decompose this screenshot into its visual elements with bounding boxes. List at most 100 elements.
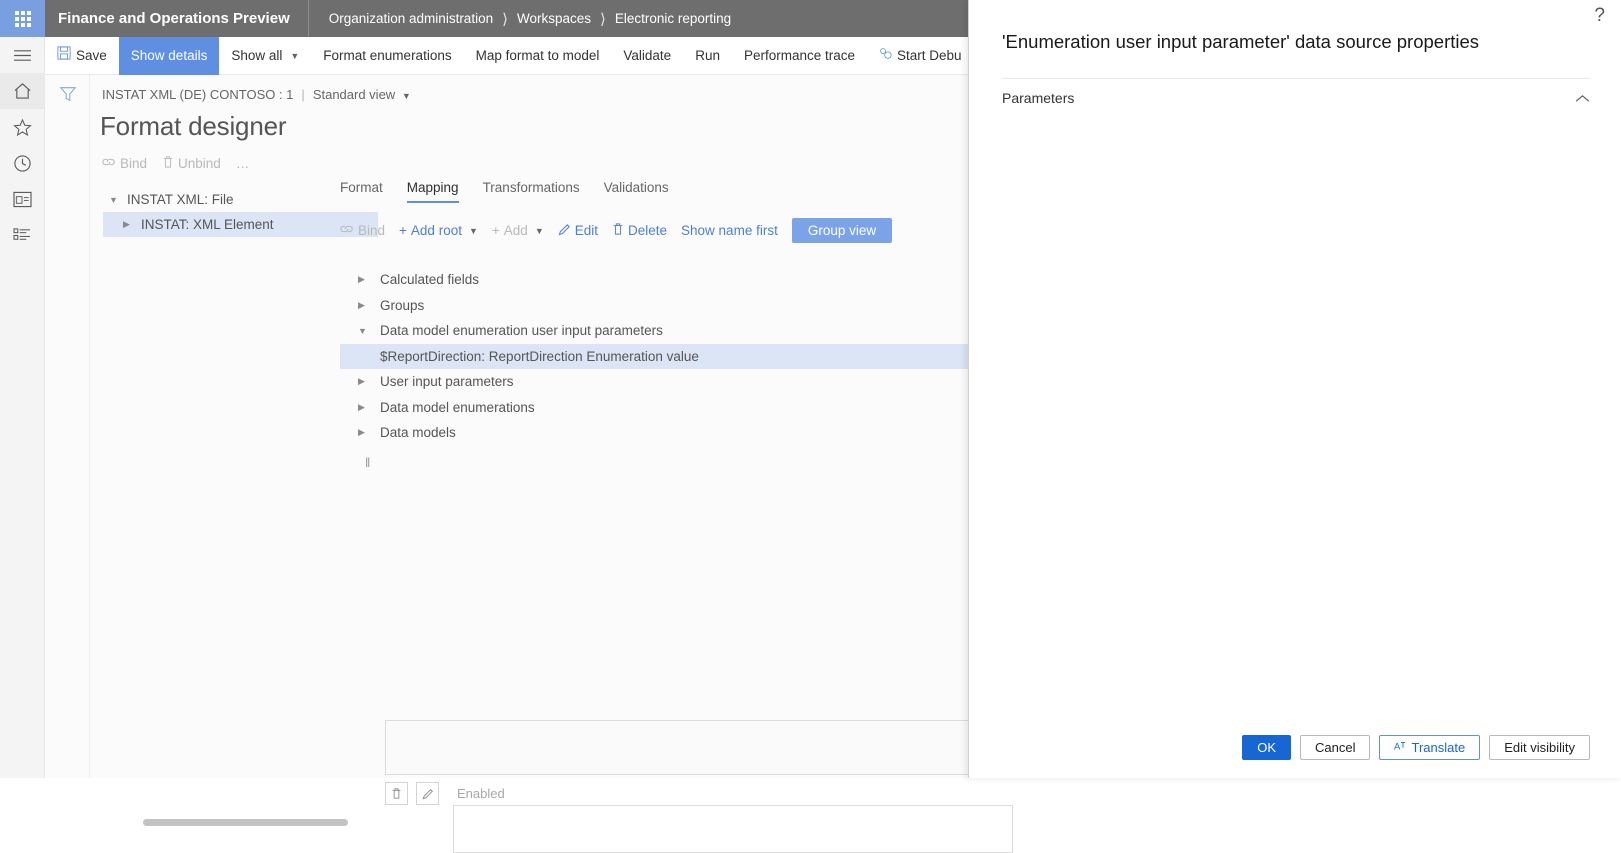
bind-button-mapping[interactable]: Bind	[340, 223, 385, 238]
expander-collapsed-icon[interactable]: ▶	[358, 402, 380, 413]
hamburger-menu-icon[interactable]	[0, 37, 45, 73]
plus-icon: +	[399, 223, 407, 238]
translate-button[interactable]: A Translate	[1379, 735, 1481, 760]
home-icon[interactable]	[0, 73, 45, 109]
horizontal-scrollbar-thumb[interactable]	[143, 819, 348, 826]
show-all-button[interactable]: Show all ▼	[219, 37, 311, 75]
datasource-row[interactable]: ▼ Data model enumeration user input para…	[340, 318, 968, 344]
modules-list-icon[interactable]	[0, 217, 45, 253]
parameters-section-header[interactable]: Parameters	[1002, 90, 1590, 106]
recent-clock-icon[interactable]	[0, 145, 45, 181]
expander-collapsed-icon[interactable]: ▶	[358, 427, 380, 438]
properties-dialog: ? 'Enumeration user input parameter' dat…	[968, 0, 1621, 778]
tab-transformations[interactable]: Transformations	[483, 180, 580, 203]
expander-collapsed-icon[interactable]: ▶	[358, 300, 380, 311]
workspaces-icon[interactable]	[0, 181, 45, 217]
datasource-tree: ▶ Calculated fields ▶ Groups ▼ Data mode…	[340, 267, 968, 446]
dialog-divider	[1002, 78, 1590, 79]
splitter-handle[interactable]: ‖	[365, 455, 371, 470]
subnav-divider: |	[301, 87, 305, 102]
trash-icon	[162, 155, 174, 172]
add-button[interactable]: + Add ▼	[492, 223, 544, 238]
tab-validations[interactable]: Validations	[604, 180, 669, 203]
datasource-row[interactable]: ▶ Data model enumerations	[340, 395, 968, 421]
datasource-row[interactable]: ▶ User input parameters	[340, 369, 968, 395]
datasource-row-label: Data model enumerations	[380, 399, 535, 415]
run-button[interactable]: Run	[683, 37, 732, 75]
format-enumerations-button[interactable]: Format enumerations	[311, 37, 463, 75]
page-title: Format designer	[100, 111, 287, 141]
bind-link-icon	[102, 156, 116, 171]
start-debug-button[interactable]: Start Debu	[867, 37, 974, 75]
edit-expression-button[interactable]	[416, 782, 439, 805]
app-title: Finance and Operations Preview	[45, 0, 309, 37]
expression-textarea[interactable]	[385, 720, 1025, 775]
designer-tabs: Format Mapping Transformations Validatio…	[340, 180, 669, 203]
expander-collapsed-icon[interactable]: ▶	[358, 376, 380, 387]
enabled-field[interactable]	[453, 805, 1013, 853]
record-identifier: INSTAT XML (DE) CONTOSO : 1	[102, 87, 294, 102]
edit-button[interactable]: Edit	[558, 223, 598, 239]
expander-collapsed-icon[interactable]: ▶	[358, 274, 380, 285]
datasource-row-label: $ReportDirection: ReportDirection Enumer…	[380, 348, 699, 364]
filter-sidebar	[45, 75, 90, 778]
map-format-to-model-button[interactable]: Map format to model	[464, 37, 612, 75]
delete-expression-button[interactable]	[385, 782, 408, 805]
save-button[interactable]: Save	[45, 37, 119, 75]
tree-row[interactable]: ▶ INSTAT: XML Element	[103, 212, 378, 237]
dialog-title: 'Enumeration user input parameter' data …	[1002, 31, 1480, 52]
datasource-row-label: Groups	[380, 297, 425, 313]
tree-row-label: INSTAT: XML Element	[141, 217, 274, 232]
add-root-button[interactable]: + Add root ▼	[399, 223, 478, 238]
datasource-row[interactable]: ▶ Data models	[340, 420, 968, 446]
datasource-row-label: User input parameters	[380, 374, 514, 390]
plus-icon: +	[491, 223, 500, 238]
delete-button[interactable]: Delete	[612, 222, 667, 239]
view-selector[interactable]: Standard view ▼	[313, 87, 411, 102]
tree-row-label: INSTAT XML: File	[127, 192, 234, 207]
chevron-down-icon: ▼	[468, 225, 478, 236]
translate-icon: A	[1394, 740, 1406, 755]
datasource-row[interactable]: ▶ Groups	[340, 293, 968, 319]
waffle-grid-icon[interactable]	[0, 0, 45, 37]
breadcrumb-chevron-icon: ⟩	[502, 10, 508, 28]
chevron-down-icon: ▼	[401, 91, 411, 101]
bind-link-icon	[340, 223, 354, 238]
dialog-footer: OK Cancel A Translate Edit visibility	[969, 735, 1621, 760]
breadcrumb-item-0[interactable]: Organization administration	[329, 11, 493, 26]
expander-collapsed-icon[interactable]: ▶	[123, 219, 141, 230]
expander-expanded-icon[interactable]: ▼	[109, 195, 127, 205]
filter-funnel-icon[interactable]	[45, 85, 90, 103]
show-details-button[interactable]: Show details	[118, 36, 220, 75]
datasource-row-label: Calculated fields	[380, 272, 480, 288]
chevron-up-icon[interactable]	[1575, 90, 1590, 106]
group-view-button[interactable]: Group view	[791, 218, 893, 243]
enabled-label: Enabled	[457, 786, 505, 801]
section-label: Parameters	[1002, 90, 1075, 106]
breadcrumb-chevron-icon: ⟩	[599, 10, 606, 28]
edit-visibility-button[interactable]: Edit visibility	[1489, 735, 1590, 760]
debug-icon	[879, 37, 892, 75]
bind-button[interactable]: Bind	[102, 156, 147, 171]
performance-trace-button[interactable]: Performance trace	[732, 37, 867, 75]
datasource-actions: Bind + Add root ▼ + Add ▼ Edit Delete Sh…	[340, 218, 893, 243]
unbind-button[interactable]: Unbind	[162, 155, 221, 172]
overflow-icon[interactable]: …	[236, 156, 250, 171]
breadcrumb-item-1[interactable]: Workspaces	[517, 11, 591, 26]
tab-mapping[interactable]: Mapping	[406, 180, 459, 203]
datasource-row-selected[interactable]: $ReportDirection: ReportDirection Enumer…	[340, 343, 968, 369]
show-name-first-button[interactable]: Show name first	[681, 223, 778, 238]
breadcrumb-item-2[interactable]: Electronic reporting	[615, 11, 731, 26]
breadcrumb: Organization administration ⟩ Workspaces…	[309, 10, 731, 28]
tab-format[interactable]: Format	[340, 180, 383, 203]
cancel-button[interactable]: Cancel	[1300, 735, 1371, 760]
favorites-star-icon[interactable]	[0, 109, 45, 145]
question-mark-icon[interactable]: ?	[1594, 5, 1605, 27]
ok-button[interactable]: OK	[1242, 735, 1292, 760]
expander-expanded-icon[interactable]: ▼	[358, 326, 380, 336]
validate-button[interactable]: Validate	[611, 37, 683, 75]
pencil-icon	[558, 223, 571, 239]
datasource-row[interactable]: ▶ Calculated fields	[340, 267, 968, 293]
trash-icon	[612, 222, 624, 239]
tree-row[interactable]: ▼ INSTAT XML: File	[103, 187, 378, 212]
